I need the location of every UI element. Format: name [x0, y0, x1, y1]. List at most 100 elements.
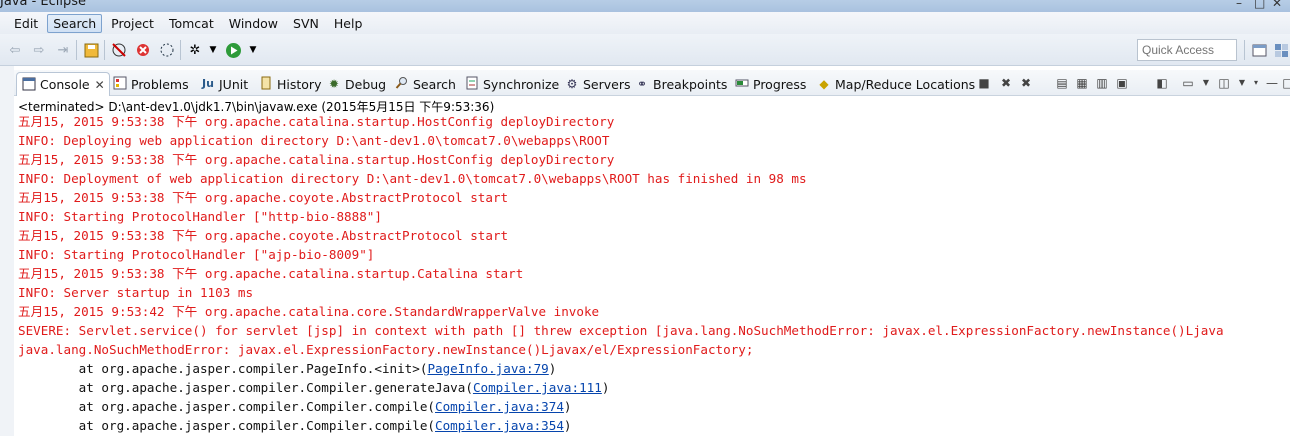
- console-line-error: SEVERE: Servlet.service() for servlet [j…: [18, 321, 1224, 340]
- menu-help[interactable]: Help: [328, 14, 369, 33]
- menu-tomcat[interactable]: Tomcat: [163, 14, 220, 33]
- console-line-text: 五月15, 2015 9:53:38 下午 org.apache.coyote.…: [18, 228, 509, 243]
- stacktrace-link[interactable]: Compiler.java:374: [435, 399, 564, 414]
- tab-label: JUnit: [219, 76, 249, 92]
- back-icon[interactable]: ⇦: [6, 41, 24, 59]
- toolbar-separator: [1244, 40, 1245, 60]
- window-titlebar: Java - Eclipse – □ ✕: [0, 0, 1290, 12]
- console-status: <terminated> D:\ant-dev1.0\jdk1.7\bin\ja…: [14, 96, 1290, 115]
- console-line-text: ): [548, 361, 557, 376]
- menu-window[interactable]: Window: [223, 14, 284, 33]
- terminate-icon[interactable]: ■: [976, 75, 992, 91]
- console-line-trace: at org.apache.jasper.compiler.Compiler.g…: [18, 378, 1224, 397]
- console-line-text: 五月15, 2015 9:53:42 下午 org.apache.catalin…: [18, 304, 600, 319]
- window-title: Java - Eclipse: [0, 0, 87, 9]
- run-icon[interactable]: [224, 41, 242, 59]
- quick-access-input[interactable]: [1137, 39, 1237, 61]
- console-line-text: java.lang.NoSuchMethodError: javax.el.Ex…: [18, 342, 754, 357]
- settings-icon[interactable]: ✲: [186, 41, 204, 59]
- scroll-lock-icon[interactable]: ▦: [1074, 75, 1090, 91]
- tab-history[interactable]: History: [258, 73, 321, 95]
- save-icon[interactable]: [82, 41, 100, 59]
- tab-synchronize[interactable]: Synchronize: [464, 73, 559, 95]
- console-line-error: 五月15, 2015 9:53:38 下午 org.apache.coyote.…: [18, 226, 1224, 245]
- console-line-error: INFO: Deployment of web application dire…: [18, 169, 1224, 188]
- console-line-text: INFO: Starting ProtocolHandler ["ajp-bio…: [18, 247, 375, 262]
- console-icon: [21, 77, 37, 93]
- tab-label: Console: [40, 77, 90, 92]
- pin-console-icon[interactable]: ▣: [1114, 75, 1130, 91]
- console-line-text: at org.apache.jasper.compiler.Compiler.c…: [18, 418, 436, 433]
- breakpoints-icon: ⚭: [636, 77, 648, 91]
- tab-console[interactable]: Console ✕: [16, 72, 110, 96]
- console-line-text: INFO: Deploying web application director…: [18, 133, 610, 148]
- console-line-text: 五月15, 2015 9:53:38 下午 org.apache.catalin…: [18, 152, 615, 167]
- next-edit-icon[interactable]: ⇥: [54, 41, 72, 59]
- console-line-text: at org.apache.jasper.compiler.Compiler.c…: [18, 399, 436, 414]
- tab-label: History: [277, 76, 322, 92]
- console-line-text: ): [601, 380, 610, 395]
- clear-console-icon[interactable]: ▤: [1054, 75, 1070, 91]
- tab-breakpoints[interactable]: ⚭ Breakpoints: [634, 73, 727, 95]
- tab-servers[interactable]: ⚙ Servers: [564, 73, 631, 95]
- console-line-text: INFO: Server startup in 1103 ms: [18, 285, 254, 300]
- maximize-view-icon[interactable]: □: [1280, 75, 1290, 91]
- console-line-error: INFO: Starting ProtocolHandler ["http-bi…: [18, 207, 1224, 226]
- tab-search[interactable]: Search: [394, 73, 456, 95]
- console-line-trace: at org.apache.jasper.compiler.Compiler.c…: [18, 416, 1224, 435]
- tab-debug[interactable]: ✹ Debug: [326, 73, 386, 95]
- dropdown-arrow-icon[interactable]: ▼: [204, 41, 222, 59]
- console-line-text: at org.apache.jasper.compiler.PageInfo.<…: [18, 361, 428, 376]
- stacktrace-link[interactable]: PageInfo.java:79: [427, 361, 548, 376]
- console-output[interactable]: 五月15, 2015 9:53:38 下午 org.apache.catalin…: [14, 115, 1290, 436]
- console-line-text: 五月15, 2015 9:53:38 下午 org.apache.coyote.…: [18, 190, 509, 205]
- tab-problems[interactable]: Problems: [112, 73, 189, 95]
- menu-project[interactable]: Project: [105, 14, 160, 33]
- menu-search[interactable]: Search: [47, 13, 103, 33]
- display-console-icon[interactable]: ◧: [1154, 75, 1170, 91]
- main-toolbar: ⇦ ⇨ ⇥ ✲ ▼ ▼: [0, 34, 1290, 66]
- open-console-icon[interactable]: ▭: [1180, 75, 1196, 91]
- tab-label: Breakpoints: [653, 76, 728, 92]
- view-menu-icon[interactable]: ▾: [1248, 75, 1264, 91]
- console-line-error: java.lang.NoSuchMethodError: javax.el.Ex…: [18, 340, 1224, 359]
- close-window-button[interactable]: ✕: [1272, 0, 1282, 10]
- stacktrace-link[interactable]: Compiler.java:111: [473, 380, 602, 395]
- stacktrace-link[interactable]: Compiler.java:354: [435, 418, 564, 433]
- menu-svn[interactable]: SVN: [287, 14, 325, 33]
- debug-skip-icon[interactable]: [110, 41, 128, 59]
- open-perspective-icon[interactable]: [1250, 41, 1268, 59]
- tab-progress[interactable]: Progress: [734, 73, 806, 95]
- search-icon: [394, 76, 410, 92]
- debug-icon: ✹: [328, 77, 340, 91]
- view-tab-bar: Console ✕ Problems Ju JUnit History ✹ De…: [14, 70, 1290, 96]
- console-line-error: 五月15, 2015 9:53:38 下午 org.apache.catalin…: [18, 150, 1224, 169]
- minimize-button[interactable]: –: [1236, 0, 1242, 10]
- maximize-button[interactable]: □: [1254, 0, 1265, 10]
- minimize-view-icon[interactable]: —: [1264, 75, 1280, 91]
- tab-map-reduce-locations[interactable]: ◆ Map/Reduce Locations: [816, 73, 975, 95]
- menu-edit[interactable]: Edit: [8, 14, 44, 33]
- remove-icon[interactable]: [134, 41, 152, 59]
- console-line-error: 五月15, 2015 9:53:42 下午 org.apache.catalin…: [18, 302, 1224, 321]
- word-wrap-icon[interactable]: ▥: [1094, 75, 1110, 91]
- dropdown-arrow-icon[interactable]: ▼: [1198, 75, 1214, 91]
- console-line-text: INFO: Deployment of web application dire…: [18, 171, 807, 186]
- remove-launch-icon[interactable]: ✖: [998, 75, 1014, 91]
- close-icon[interactable]: ✕: [95, 78, 105, 92]
- java-perspective-icon[interactable]: [1272, 41, 1290, 59]
- tab-junit[interactable]: Ju JUnit: [200, 73, 248, 95]
- new-console-icon[interactable]: ◫: [1216, 75, 1232, 91]
- sync-icon: [464, 76, 480, 92]
- forward-icon[interactable]: ⇨: [30, 41, 48, 59]
- run-last-icon[interactable]: [158, 41, 176, 59]
- console-line-text: INFO: Starting ProtocolHandler ["http-bi…: [18, 209, 382, 224]
- servers-icon: ⚙: [566, 77, 578, 91]
- tab-label: Progress: [753, 76, 807, 92]
- console-line-error: INFO: Server startup in 1103 ms: [18, 283, 1224, 302]
- tab-label: Synchronize: [483, 76, 560, 92]
- console-lines: 五月15, 2015 9:53:38 下午 org.apache.catalin…: [18, 115, 1224, 435]
- dropdown-arrow-icon[interactable]: ▼: [244, 41, 262, 59]
- console-line-trace: at org.apache.jasper.compiler.PageInfo.<…: [18, 359, 1224, 378]
- remove-all-icon[interactable]: ✖: [1018, 75, 1034, 91]
